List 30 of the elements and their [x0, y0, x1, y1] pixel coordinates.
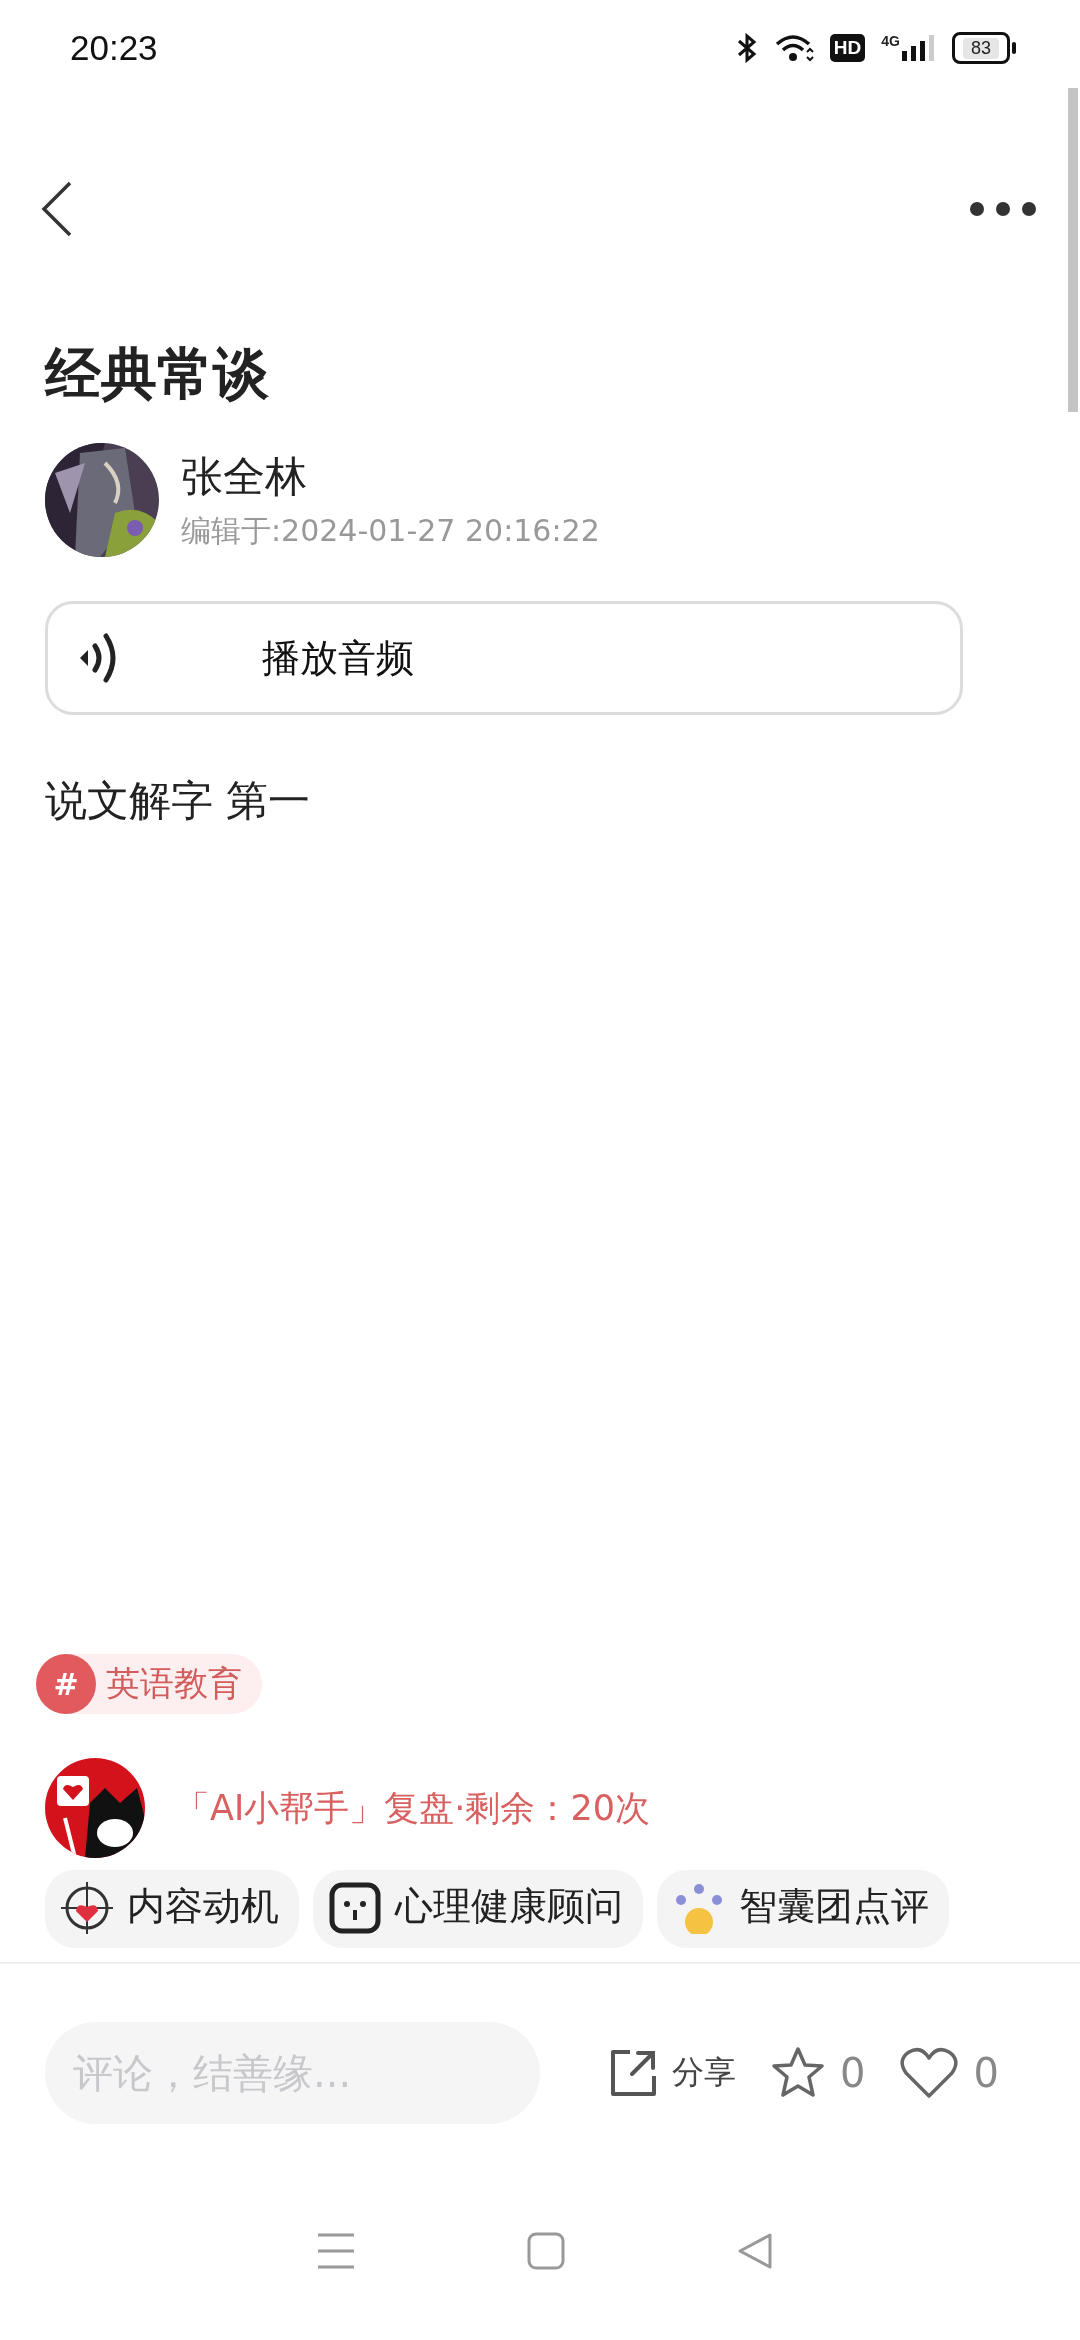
team-icon: [673, 1882, 725, 1934]
menu-icon[interactable]: [315, 2232, 356, 2270]
edit-time: 编辑于:2024-01-27 20:16:22: [181, 511, 600, 550]
share-label[interactable]: 分享: [672, 2051, 736, 2095]
wifi-icon: [773, 33, 814, 63]
topic-tag[interactable]: # 英语教育: [36, 1654, 262, 1714]
ai-helper-text[interactable]: 「AI小帮手」复盘·剩余：20次: [175, 1784, 650, 1832]
article-body: 说文解字 第一: [45, 775, 312, 828]
share-icon[interactable]: [608, 2048, 658, 2098]
signal-icon: [900, 33, 936, 63]
hd-badge: HD: [829, 34, 866, 62]
ai-chip[interactable]: 智囊团点评: [657, 1870, 949, 1948]
ai-chip[interactable]: 内容动机: [45, 1870, 299, 1948]
status-time: 20:23: [70, 28, 158, 68]
ai-chip[interactable]: 心理健康顾问: [313, 1870, 643, 1948]
back-nav-icon[interactable]: [736, 2232, 775, 2270]
like-count: 0: [973, 2050, 999, 2096]
more-icon[interactable]: [968, 200, 1038, 218]
network-type: 4G: [881, 33, 900, 49]
target-icon: [61, 1882, 113, 1934]
bluetooth-icon: [735, 33, 758, 63]
scrollbar[interactable]: [1068, 88, 1078, 412]
author-name: 张全林: [181, 450, 308, 503]
favorite-count: 0: [840, 2050, 866, 2096]
heart-icon[interactable]: [899, 2046, 960, 2100]
robot-face-icon: [329, 1882, 381, 1934]
back-icon[interactable]: [40, 180, 74, 238]
home-icon[interactable]: [527, 2232, 565, 2270]
article-title: 经典常谈: [45, 340, 270, 408]
play-audio-button[interactable]: 播放音频: [45, 601, 963, 716]
